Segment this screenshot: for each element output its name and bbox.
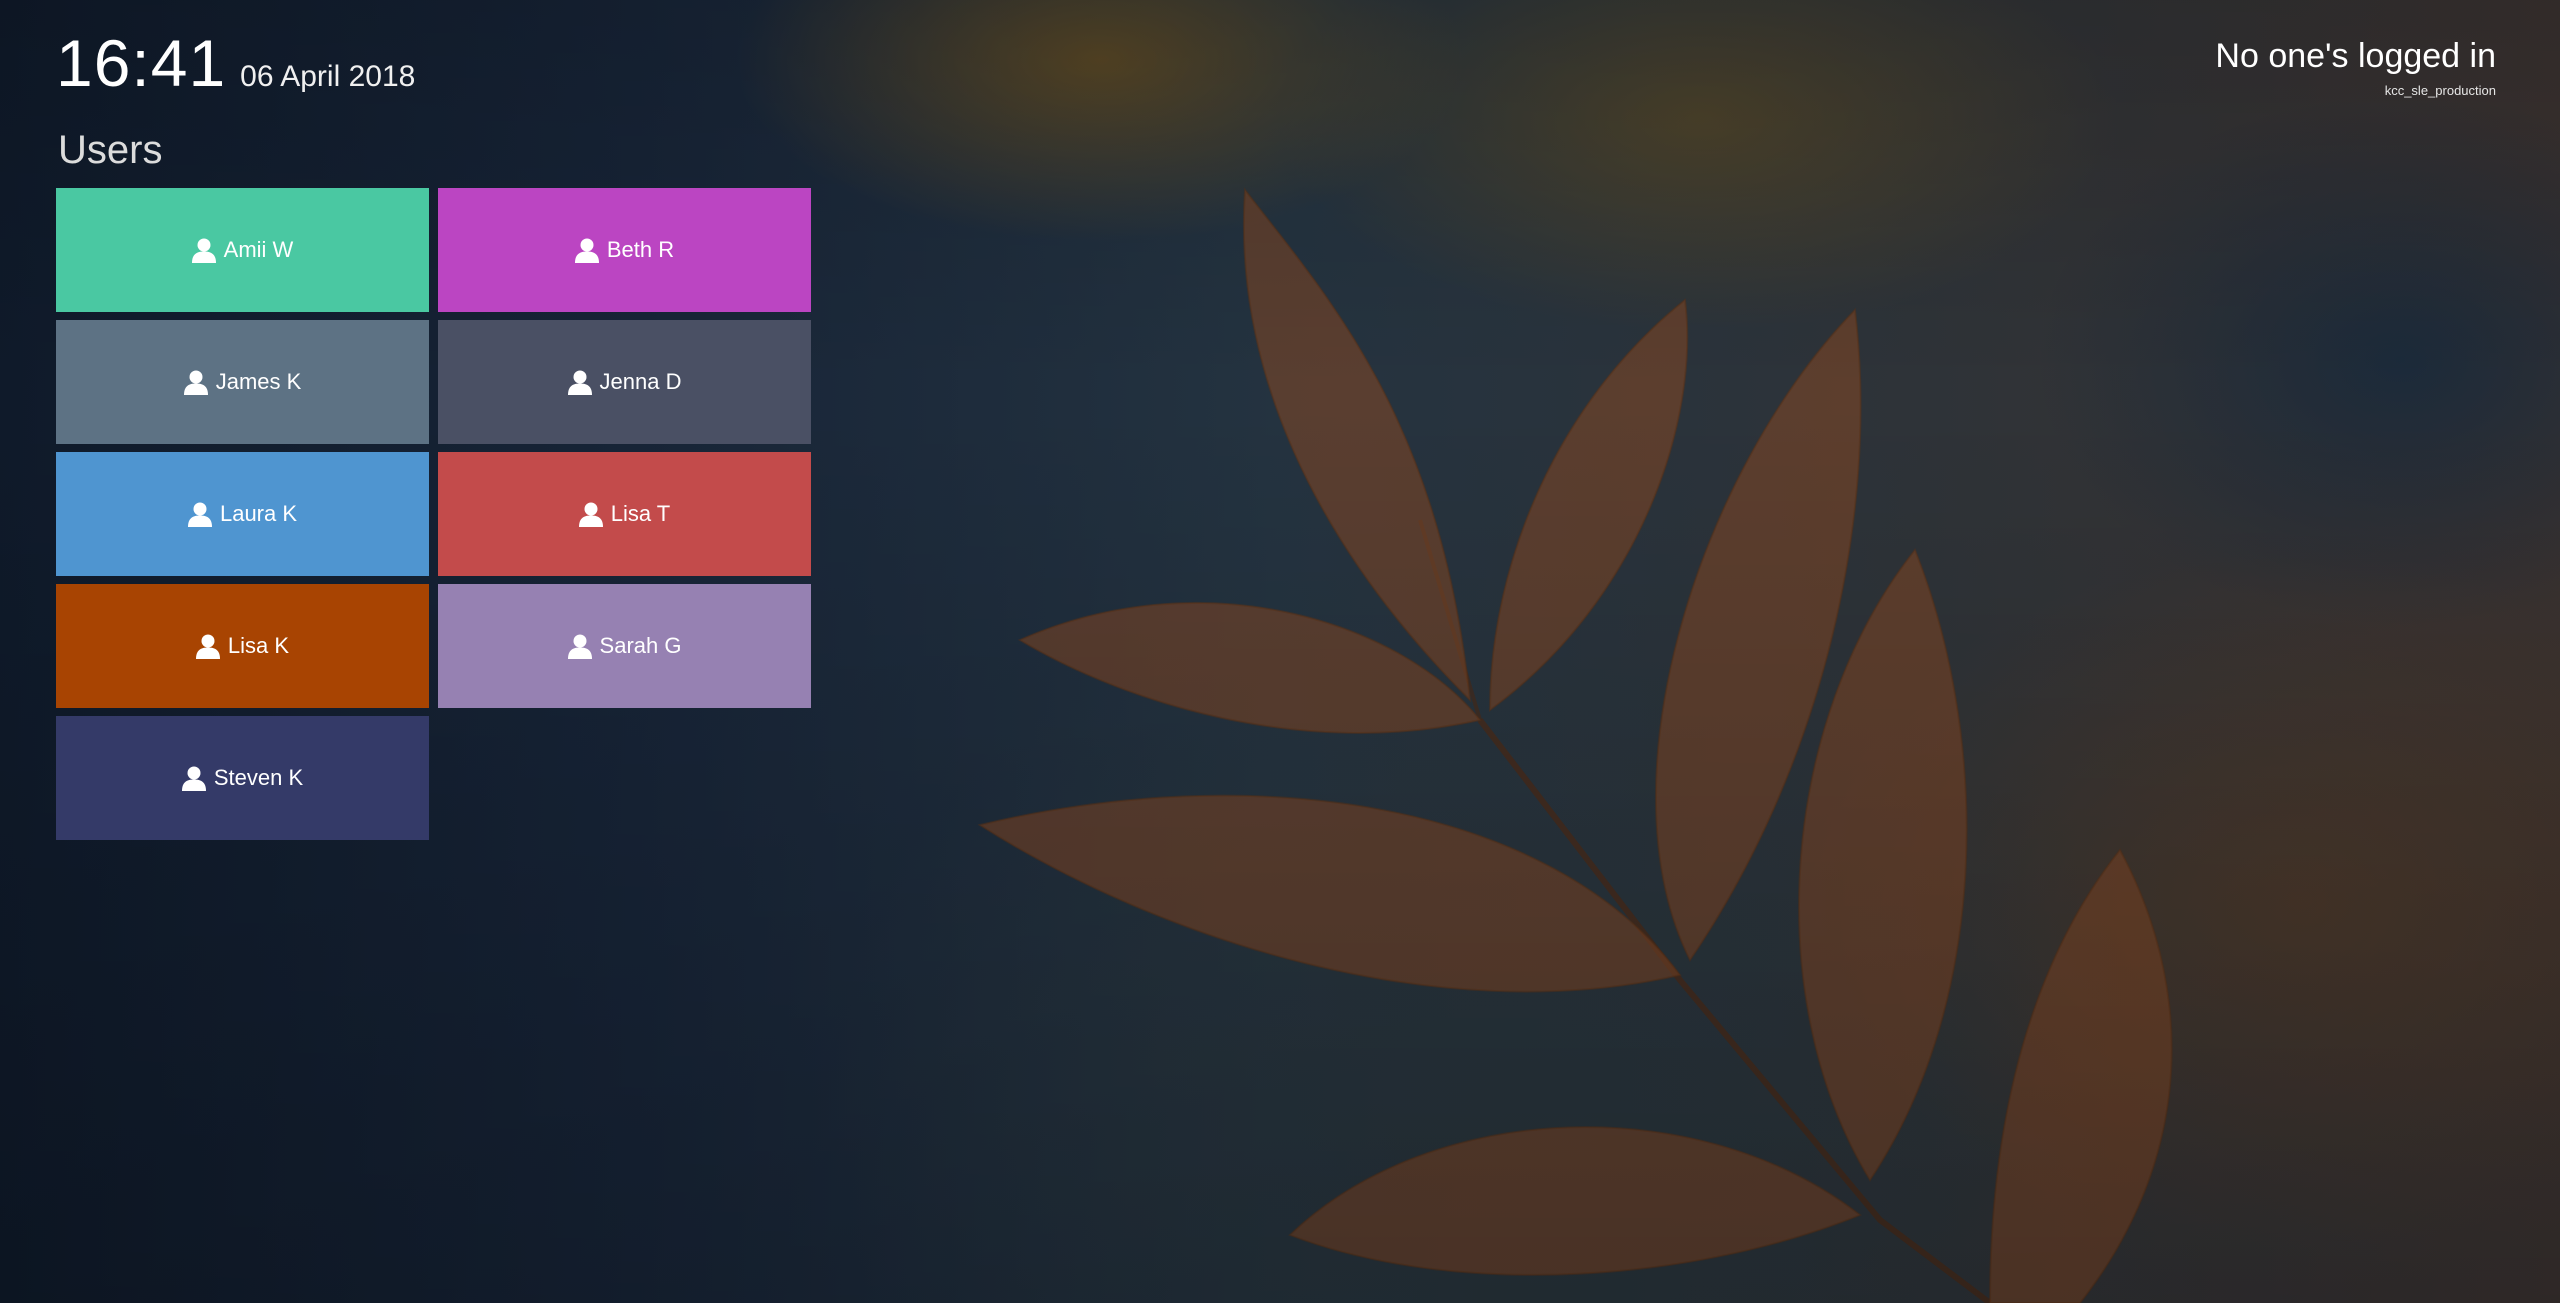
user-tile-name: Beth R: [606, 237, 675, 262]
user-icon: [574, 238, 599, 263]
user-tile-name: Laura K: [219, 501, 298, 526]
user-icon: [187, 502, 212, 527]
user-tile[interactable]: Amii W: [56, 188, 429, 312]
user-tile[interactable]: James K: [56, 320, 429, 444]
user-icon: [567, 634, 592, 659]
user-icon: [195, 634, 220, 659]
user-tile[interactable]: Laura K: [56, 452, 429, 576]
host-name: kcc_sle_production: [2384, 83, 2496, 99]
user-tile-name: Amii W: [223, 237, 294, 262]
user-icon: [183, 370, 208, 395]
user-tile[interactable]: Beth R: [438, 188, 811, 312]
clock: 16:41 06 April 2018: [56, 30, 415, 96]
login-status-text: No one's logged in: [2215, 37, 2496, 75]
clock-date: 06 April 2018: [240, 60, 416, 93]
login-status: No one's logged in kcc_sle_production: [2215, 37, 2496, 99]
user-tile[interactable]: Sarah G: [438, 584, 811, 708]
user-icon: [191, 238, 216, 263]
user-icon: [567, 370, 592, 395]
user-tile-name: Steven K: [213, 765, 304, 790]
user-tile[interactable]: Jenna D: [438, 320, 811, 444]
user-tile-name: Lisa K: [227, 633, 290, 658]
user-tile-name: Lisa T: [610, 501, 671, 526]
user-icon: [181, 766, 206, 791]
user-tile-name: Sarah G: [599, 633, 682, 658]
user-tile-name: Jenna D: [599, 369, 682, 394]
clock-time: 16:41: [56, 26, 227, 100]
user-tile[interactable]: Steven K: [56, 716, 429, 840]
user-tile-name: James K: [215, 369, 302, 394]
users-heading: Users: [58, 128, 163, 172]
user-tile[interactable]: Lisa K: [56, 584, 429, 708]
user-icon: [578, 502, 603, 527]
user-tile[interactable]: Lisa T: [438, 452, 811, 576]
user-grid: Amii W Beth R James K Jenna D Laura K Lisa T L…: [56, 188, 811, 840]
